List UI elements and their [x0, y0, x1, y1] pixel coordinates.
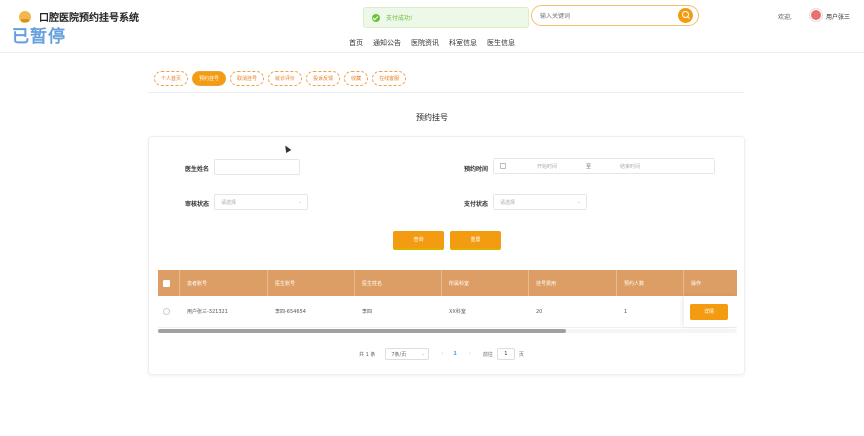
chevron-down-icon: ⌄: [421, 351, 426, 357]
pagination: 共 1 条 7条/页 ⌄ ‹ 1 › 前往 1 页: [359, 348, 524, 360]
tab-complaint[interactable]: 投诉反馈: [306, 71, 341, 86]
page-title: 预约挂号: [416, 113, 448, 122]
total-count: 共 1 条: [359, 351, 376, 358]
page-jump-input[interactable]: 1: [496, 348, 515, 360]
tab-personal-home[interactable]: 个人首页: [154, 71, 189, 86]
prev-page-button[interactable]: ‹: [441, 351, 443, 357]
col-header: 医生账号: [268, 270, 355, 296]
logo-icon: [19, 10, 31, 23]
search-box: [531, 5, 699, 26]
success-toast: 支付成功!: [363, 7, 529, 28]
cell-patient: 用户张三-321321: [187, 309, 228, 315]
scrollbar-thumb[interactable]: [158, 329, 566, 333]
user-center-tabs: 个人首页 预约挂号 取消挂号 就诊评价 投诉反馈 收藏 在线客服: [154, 71, 410, 86]
cell-department: XX科室: [449, 309, 466, 315]
next-page-button[interactable]: ›: [469, 351, 471, 357]
avatar[interactable]: [810, 9, 822, 21]
cell-doctor-account: 李四-654654: [275, 309, 306, 315]
col-header: 预约人数: [617, 270, 684, 296]
nav-notices[interactable]: 通知公告: [373, 38, 401, 48]
page-size-select[interactable]: 7条/页 ⌄: [385, 348, 430, 360]
col-header: 医生姓名: [355, 270, 442, 296]
tabs-divider: [148, 92, 744, 93]
username[interactable]: 用户张三: [826, 12, 850, 21]
range-separator: 至: [586, 163, 592, 170]
cell-count: 1: [624, 308, 628, 315]
row-select-cell: [158, 296, 180, 327]
tab-evaluation[interactable]: 就诊评价: [268, 71, 303, 86]
col-header: 所属科室: [442, 270, 529, 296]
toast-message: 支付成功!: [386, 15, 413, 22]
start-date[interactable]: 开始时间: [512, 163, 582, 170]
reset-button[interactable]: 重置: [450, 231, 501, 250]
detail-button[interactable]: 详情: [690, 303, 728, 320]
tab-online-service[interactable]: 在线客服: [372, 71, 407, 86]
col-header: 挂号费用: [529, 270, 617, 296]
select-all-checkbox[interactable]: [163, 279, 170, 287]
time-label: 预约时间: [464, 166, 489, 173]
nav-home[interactable]: 首页: [349, 38, 363, 48]
table-row: 用户张三-321321 李四-654654 李四 XX科室 20 1 详情: [158, 296, 737, 328]
cell-action: 详情: [684, 296, 737, 327]
audit-status-select[interactable]: 请选择 ⌄: [214, 194, 308, 210]
welcome-text: 欢迎,: [778, 14, 792, 21]
cell-fee: 20: [536, 308, 543, 315]
chevron-down-icon: ⌄: [576, 199, 581, 205]
page-number[interactable]: 1: [453, 351, 456, 357]
pay-status-select[interactable]: 请选择 ⌄: [493, 194, 587, 210]
chevron-down-icon: ⌄: [297, 199, 302, 205]
page-unit: 页: [518, 351, 524, 358]
search-input[interactable]: [540, 10, 670, 22]
nav-news[interactable]: 医院资讯: [411, 38, 439, 48]
calendar-icon: [500, 163, 506, 169]
col-header: 患者账号: [180, 270, 268, 296]
audit-status-placeholder: 请选择: [221, 199, 237, 206]
col-header: 操作: [691, 280, 702, 287]
search-icon[interactable]: [678, 8, 693, 23]
horizontal-scrollbar[interactable]: [158, 329, 737, 333]
audit-status-label: 审核状态: [185, 201, 210, 208]
nav-departments[interactable]: 科室信息: [449, 38, 477, 48]
check-circle-icon: [372, 13, 380, 22]
tab-appointment[interactable]: 预约挂号: [192, 71, 227, 86]
pay-status-label: 支付状态: [464, 201, 489, 208]
cell-doctor-name: 李四: [362, 309, 373, 315]
row-checkbox[interactable]: [163, 308, 170, 315]
tab-favorites[interactable]: 收藏: [344, 71, 369, 86]
goto-label: 前往: [482, 351, 493, 358]
end-date[interactable]: 结束时间: [595, 163, 665, 170]
query-button[interactable]: 查询: [393, 231, 444, 250]
nav-divider: [0, 52, 864, 53]
tab-cancel-registration[interactable]: 取消挂号: [230, 71, 265, 86]
nav-doctors[interactable]: 医生信息: [487, 38, 515, 48]
header-select-all: [158, 270, 180, 296]
doctor-name-input[interactable]: [214, 159, 300, 175]
doctor-name-label: 医生姓名: [185, 166, 210, 173]
date-range-picker[interactable]: 开始时间 至 结束时间: [493, 158, 715, 174]
page-size-value: 7条/页: [391, 351, 407, 358]
main-nav: 首页 通知公告 医院资讯 科室信息 医生信息: [0, 38, 864, 48]
pay-status-placeholder: 请选择: [500, 199, 516, 206]
table-header: 患者账号 医生账号 医生姓名 所属科室 挂号费用 预约人数 操作: [158, 270, 737, 296]
